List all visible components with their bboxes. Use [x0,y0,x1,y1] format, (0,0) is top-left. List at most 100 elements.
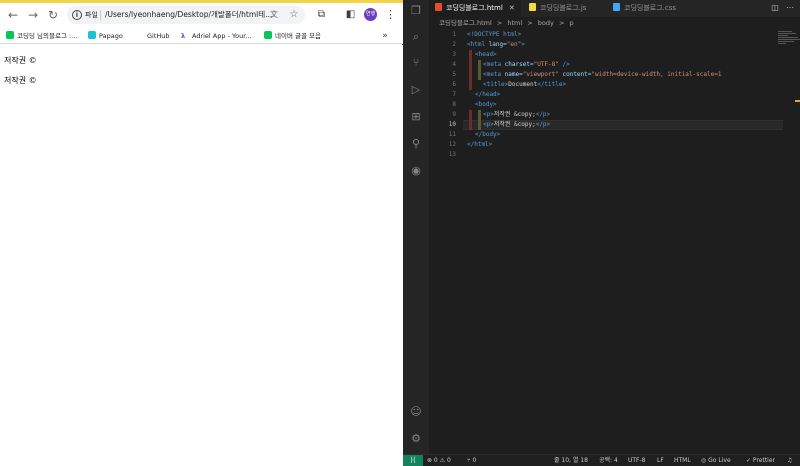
ports-status[interactable]: ⑂ 0 [467,455,476,466]
indentation-status[interactable]: 공백: 4 [599,455,618,466]
indent-guide [469,110,472,130]
more-actions-icon[interactable]: ⋯ [785,3,795,13]
code-line: <p>저작권 &copy;</p> [483,120,550,130]
tag-token: <p> [483,121,494,128]
css-file-icon [613,3,620,11]
source-control-icon[interactable]: ⑂ [409,56,423,70]
tag-token: </body> [475,131,501,138]
minimap[interactable] [778,31,800,51]
string-token: "en" [506,41,522,48]
bookmark-label: 코딩딩 님의블로그 :... [17,32,78,40]
naver-icon [264,31,272,39]
line-number: 3 [452,51,456,58]
code-editor[interactable]: 1 2 3 4 5 6 7 8 9 10 11 12 13 <!DOCTYPE … [429,29,800,454]
back-arrow-icon[interactable]: ← [6,8,20,22]
tab-label: 코딩딩블로그.css [624,4,677,12]
attr-token: content= [558,71,592,78]
cursor-position[interactable]: 줄 10, 열 18 [554,455,588,466]
forward-arrow-icon[interactable]: → [26,8,40,22]
split-editor-icon[interactable]: ◫ [770,3,780,13]
breadcrumb-html[interactable]: html [507,19,522,27]
reload-icon[interactable]: ↻ [46,8,60,22]
url-text[interactable]: /Users/lyeonhaeng/Desktop/개발폴더/html테... [105,9,275,21]
browser-menu-icon[interactable]: ⋮ [385,8,396,21]
breadcrumb: 코딩딩블로그.html > html > body > p [429,17,800,29]
code-line: <meta name="viewport" content="width=dev… [483,70,721,80]
address-bar[interactable]: i 파일 /Users/lyeonhaeng/Desktop/개발폴더/html… [67,6,305,24]
code-line: <meta charset="UTF-8" /> [483,60,570,70]
code-line: </head> [475,90,500,100]
run-debug-icon[interactable]: ▷ [409,83,423,97]
tag-token: <body> [475,101,497,108]
text-token: Document [508,81,538,88]
bookmark-label: Adriel App - Your... [192,32,252,40]
scrollbar-marker [795,100,800,102]
bookmarks-bar: 코딩딩 님의블로그 :... Papago GitHub λ Adriel App… [0,28,403,44]
bookmark-item[interactable]: λ Adriel App - Your... [181,30,251,42]
prettier-status[interactable]: ✓ Prettier [746,455,775,466]
paragraph: 저작권 © [4,56,37,65]
tab-label: 코딩딩블로그.html [446,4,503,12]
language-mode[interactable]: HTML [674,455,691,466]
settings-gear-icon[interactable]: ⚙ [409,432,423,446]
remote-explorer-icon[interactable]: ⚲ [409,137,423,151]
side-panel-icon[interactable]: ◧ [344,8,357,21]
editor-tabs: 코딩딩블로그.html ✕ 코딩딩블로그.js 코딩딩블로그.css ◫ ⋯ [429,0,800,17]
breadcrumb-file[interactable]: 코딩딩블로그.html [439,19,492,27]
page-content: 저작권 © 저작권 © [0,45,403,466]
tab-css[interactable]: 코딩딩블로그.css [607,0,697,17]
eol-status[interactable]: LF [657,455,664,466]
translate-icon[interactable]: 文 [269,10,279,20]
tab-html[interactable]: 코딩딩블로그.html ✕ [429,0,521,17]
breadcrumb-separator: > [527,19,533,27]
indent-guide [469,50,472,90]
go-live-label: Go Live [708,457,731,464]
timeline-icon[interactable]: ◉ [409,164,423,178]
bookmark-item[interactable]: 코딩딩 님의블로그 :... [6,30,77,42]
breadcrumb-body[interactable]: body [538,19,554,27]
tag-token: </head> [475,91,501,98]
line-number: 10 [448,121,456,128]
close-tab-icon[interactable]: ✕ [509,4,515,12]
tab-js[interactable]: 코딩딩블로그.js [523,0,605,17]
js-file-icon [529,3,536,11]
text-token: 저작권 &copy; [493,121,536,128]
profile-avatar[interactable]: 연행 [364,8,377,21]
tag-token: </html> [467,141,493,148]
indent-guide [478,60,481,80]
bookmark-item[interactable]: 네이버 글꼴 모음 [264,30,321,42]
bookmark-item[interactable]: Papago [88,30,123,42]
code-line: <html lang="en"> [467,40,525,50]
tab-label: 코딩딩블로그.js [540,4,587,12]
extensions-icon[interactable]: ⧉ [315,8,328,21]
explorer-icon[interactable]: ❐ [409,4,423,18]
omnibox-divider [100,10,101,20]
account-icon[interactable]: ☺ [409,405,423,419]
bookmark-star-icon[interactable]: ☆ [288,9,300,21]
tag-token: <meta [483,61,502,68]
line-number: 5 [452,71,456,78]
encoding-status[interactable]: UTF-8 [628,455,646,466]
extensions-icon[interactable]: ⊞ [409,110,423,124]
code-line: </html> [467,140,492,150]
tag-token: > [521,41,525,48]
go-live-button[interactable]: ◎ Go Live [701,455,731,466]
remote-indicator-icon[interactable]: ⟩⟨ [403,455,423,466]
code-line: <title>Document</title> [483,80,566,90]
search-icon[interactable]: ⌕ [409,30,423,44]
browser-toolbar: ← → ↻ i 파일 /Users/lyeonhaeng/Desktop/개발폴… [0,0,403,28]
notifications-bell-icon[interactable]: ♫ [787,455,792,466]
line-number: 1 [452,31,456,38]
info-icon[interactable]: i [72,10,82,20]
browser-tab-strip-accent [0,0,403,3]
attr-token: lang= [485,41,507,48]
bookmark-item[interactable]: GitHub [136,30,170,42]
attr-token: charset= [501,61,534,68]
tag-token: </p> [535,121,551,128]
problems-status[interactable]: ⊗ 0 ⚠ 0 [427,455,451,466]
line-number: 9 [452,111,456,118]
tag-token: <p> [483,111,494,118]
breadcrumb-p[interactable]: p [569,19,573,27]
more-bookmarks-icon[interactable]: » [380,30,390,42]
tag-token: <html [467,41,486,48]
